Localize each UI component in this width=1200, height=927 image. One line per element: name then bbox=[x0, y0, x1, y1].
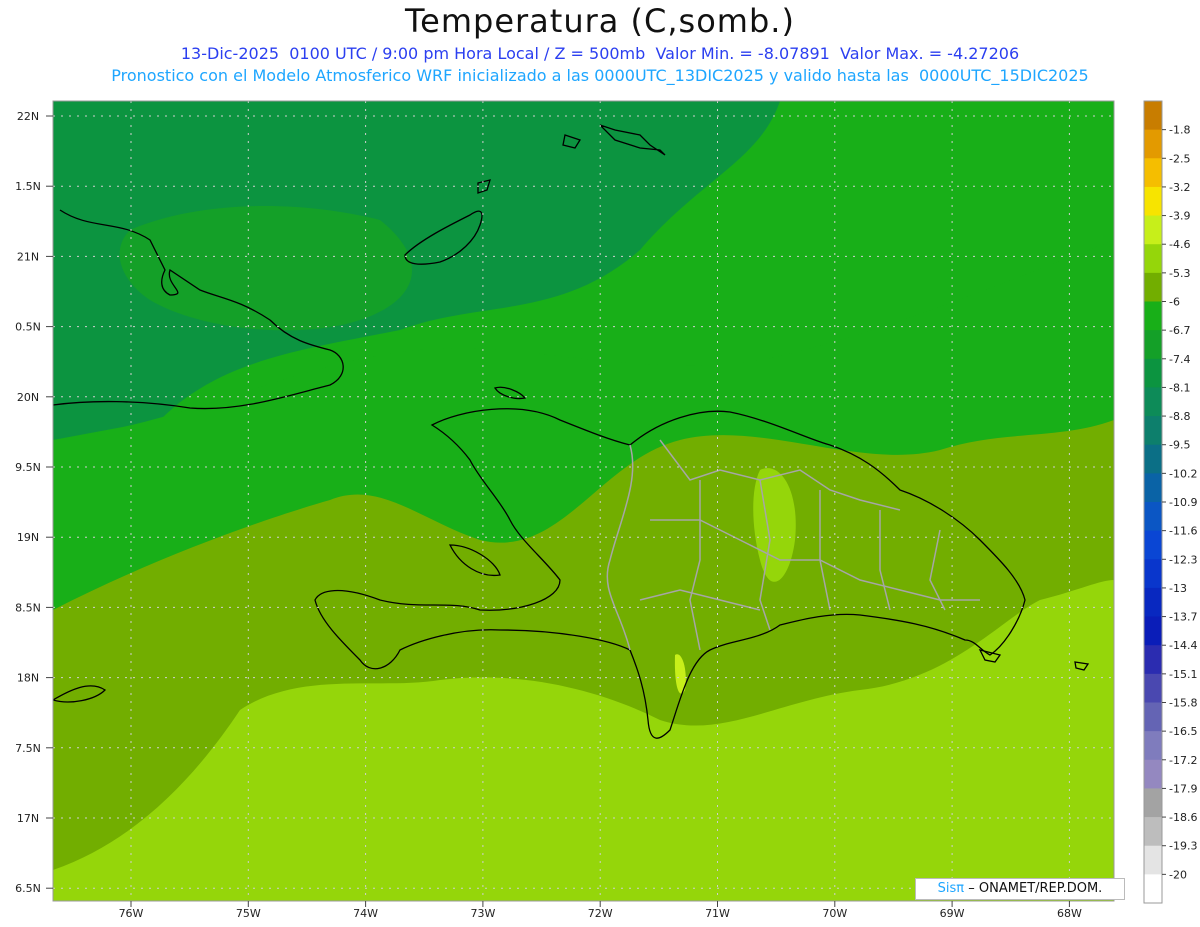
colorbar-swatch bbox=[1144, 301, 1162, 331]
lon-label: 72W bbox=[588, 907, 613, 920]
colorbar-label: -1.8 bbox=[1169, 124, 1190, 137]
lat-label: 20N bbox=[17, 391, 39, 404]
colorbar-label: -8.1 bbox=[1169, 381, 1190, 394]
lat-label: 22N bbox=[17, 110, 39, 123]
colorbar-label: -13 bbox=[1169, 582, 1187, 595]
lon-label: 73W bbox=[470, 907, 495, 920]
lat-label: 17N bbox=[17, 812, 39, 825]
lon-label: 71W bbox=[705, 907, 730, 920]
colorbar-label: -16.5 bbox=[1169, 725, 1197, 738]
lat-label: 6.5N bbox=[15, 882, 41, 895]
colorbar-swatch bbox=[1144, 673, 1162, 703]
temperature-map: 22N 1.5N 21N 0.5N 20N 9.5N 19N 8.5N 18N 7.5N 17N 6.… bbox=[15, 100, 1197, 920]
colorbar-label: -7.4 bbox=[1169, 353, 1190, 366]
longitude-labels: 76W 75W 74W 73W 72W 71W 70W 69W 68W bbox=[119, 901, 1082, 920]
colorbar-swatch bbox=[1144, 702, 1162, 732]
lon-label: 68W bbox=[1057, 907, 1082, 920]
colorbar-label: -13.7 bbox=[1169, 611, 1197, 624]
colorbar-swatch bbox=[1144, 845, 1162, 875]
colorbar-label: -3.2 bbox=[1169, 181, 1190, 194]
colorbar-swatch bbox=[1144, 559, 1162, 589]
colorbar-swatch bbox=[1144, 587, 1162, 618]
colorbar-label: -2.5 bbox=[1169, 152, 1190, 165]
colorbar-label: -4.6 bbox=[1169, 238, 1190, 251]
colorbar-swatch bbox=[1144, 244, 1162, 274]
lat-label: 9.5N bbox=[15, 461, 41, 474]
colorbar-swatch bbox=[1144, 101, 1162, 131]
lat-label: 1.5N bbox=[15, 180, 41, 193]
colorbar-swatch bbox=[1144, 502, 1162, 532]
colorbar-label: -15.1 bbox=[1169, 668, 1197, 681]
lat-label: 21N bbox=[17, 250, 39, 263]
colorbar-swatch bbox=[1144, 272, 1162, 302]
colorbar-label: -14.4 bbox=[1169, 639, 1197, 652]
colorbar-swatch bbox=[1144, 215, 1162, 245]
colorbar-label: -9.5 bbox=[1169, 439, 1190, 452]
colorbar-swatch bbox=[1144, 473, 1162, 503]
colorbar-swatch bbox=[1144, 129, 1162, 159]
colorbar-label: -8.8 bbox=[1169, 410, 1190, 423]
colorbar-swatch bbox=[1144, 645, 1162, 675]
colorbar-label: -19.3 bbox=[1169, 840, 1197, 853]
lat-label: 7.5N bbox=[15, 742, 41, 755]
colorbar-label: -5.3 bbox=[1169, 267, 1190, 280]
colorbar-label: -17.9 bbox=[1169, 782, 1197, 795]
colorbar-swatch bbox=[1144, 444, 1162, 474]
colorbar-swatch bbox=[1144, 788, 1162, 818]
colorbar-swatch bbox=[1144, 874, 1162, 904]
colorbar-swatch bbox=[1144, 416, 1162, 446]
temperature-field bbox=[53, 101, 1114, 901]
latitude-labels: 22N 1.5N 21N 0.5N 20N 9.5N 19N 8.5N 18N 7.5N 17N 6.… bbox=[15, 110, 53, 895]
lon-label: 69W bbox=[940, 907, 965, 920]
colorbar-swatch bbox=[1144, 186, 1162, 217]
colorbar-label: -18.6 bbox=[1169, 811, 1197, 824]
colorbar-swatch bbox=[1144, 759, 1162, 789]
colorbar-swatch bbox=[1144, 330, 1162, 360]
colorbar-label: -6.7 bbox=[1169, 324, 1190, 337]
colorbar-swatch bbox=[1144, 731, 1162, 761]
colorbar-swatch bbox=[1144, 387, 1162, 417]
colorbar-label: -12.3 bbox=[1169, 553, 1197, 566]
colorbar-swatch bbox=[1144, 817, 1162, 847]
colorbar-label: -20 bbox=[1169, 868, 1187, 881]
lon-label: 70W bbox=[822, 907, 847, 920]
colorbar-label: -6 bbox=[1169, 296, 1180, 309]
colorbar-label: -17.2 bbox=[1169, 754, 1197, 767]
credit-text: – ONAMET/REP.DOM. bbox=[968, 881, 1103, 896]
lat-label: 8.5N bbox=[15, 601, 41, 614]
colorbar-label: -11.6 bbox=[1169, 525, 1197, 538]
lon-label: 76W bbox=[119, 907, 144, 920]
colorbar-swatch bbox=[1144, 530, 1162, 560]
colorbar-label: -3.9 bbox=[1169, 210, 1190, 223]
sispi-logo: Sisπ bbox=[937, 881, 965, 896]
lat-label: 19N bbox=[17, 531, 39, 544]
lat-label: 0.5N bbox=[15, 321, 41, 334]
colorbar-label: -10.2 bbox=[1169, 467, 1197, 480]
colorbar-swatch bbox=[1144, 158, 1162, 188]
colorbar: -1.8 -2.5 -3.2 -3.9 -4.6 -5.3 -6 -6.7 -7.4 -8.1 -8… bbox=[1143, 100, 1197, 904]
lon-label: 74W bbox=[353, 907, 378, 920]
lon-label: 75W bbox=[236, 907, 261, 920]
credit-box: Sisπ – ONAMET/REP.DOM. bbox=[915, 878, 1125, 900]
colorbar-label: -15.8 bbox=[1169, 697, 1197, 710]
colorbar-swatch bbox=[1144, 358, 1162, 388]
colorbar-label: -10.9 bbox=[1169, 496, 1197, 509]
colorbar-swatch bbox=[1144, 616, 1162, 646]
lat-label: 18N bbox=[17, 672, 39, 685]
